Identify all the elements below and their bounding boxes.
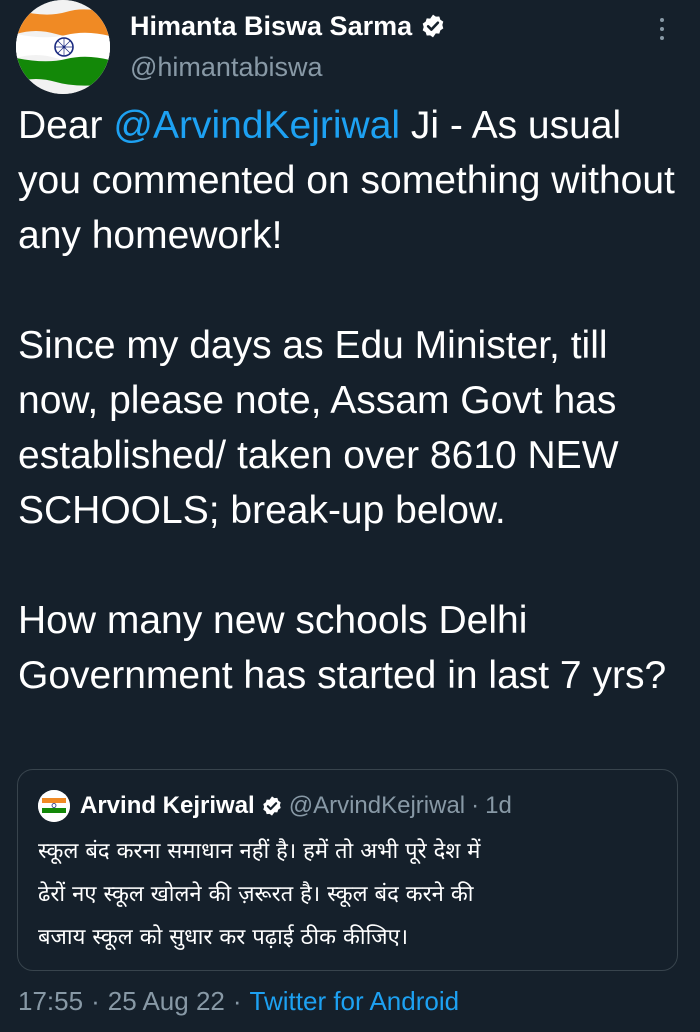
quoted-text-line: बजाय स्कूल को सुधार कर पढ़ाई ठीक कीजिए। bbox=[38, 925, 409, 950]
tweet-source-link[interactable]: Twitter for Android bbox=[250, 986, 460, 1017]
tweet-text: Dear @ArvindKejriwal Ji - As usual you c… bbox=[18, 98, 688, 703]
separator-dot: · bbox=[232, 985, 242, 1016]
quoted-tweet-text: स्कूल बंद करना समाधान नहीं है। हमें तो अ… bbox=[38, 830, 658, 959]
india-flag-icon bbox=[16, 0, 110, 94]
author-display-name[interactable]: Himanta Biswa Sarma bbox=[130, 11, 412, 42]
separator-dot: · bbox=[91, 985, 100, 1016]
quoted-handle: @ArvindKejriwal bbox=[288, 792, 466, 819]
tweet-date[interactable]: 25 Aug 22 bbox=[108, 986, 225, 1017]
tweet-paragraph-2: Since my days as Edu Minister, till now,… bbox=[18, 324, 619, 532]
quoted-timestamp: 1d bbox=[485, 792, 512, 819]
quoted-text-line: स्कूल बंद करना समाधान नहीं है। हमें तो अ… bbox=[38, 839, 481, 864]
quoted-author-avatar bbox=[38, 790, 70, 822]
quoted-text-line: ढेरों नए स्कूल खोलने की ज़रूरत है। स्कूल… bbox=[38, 882, 474, 907]
more-dot bbox=[660, 18, 664, 22]
more-dot bbox=[660, 36, 664, 40]
more-dot bbox=[660, 27, 664, 31]
quoted-tweet-card[interactable]: Arvind Kejriwal @ArvindKejriwal · 1d स्क… bbox=[17, 769, 678, 971]
tweet-paragraph-1: Dear @ArvindKejriwal Ji - As usual you c… bbox=[18, 98, 688, 263]
tweet-text-prefix: Dear bbox=[18, 104, 114, 147]
separator-dot: · bbox=[471, 792, 480, 819]
mention-link[interactable]: @ArvindKejriwal bbox=[113, 104, 400, 147]
tweet-time[interactable]: 17:55 bbox=[18, 986, 83, 1017]
author-avatar[interactable] bbox=[16, 0, 110, 94]
quoted-display-name: Arvind Kejriwal bbox=[80, 792, 255, 819]
tweet-meta: 17:55 · 25 Aug 22 · Twitter for Android bbox=[18, 984, 459, 1018]
tweet-paragraph-3: How many new schools Delhi Government ha… bbox=[18, 599, 667, 697]
india-flag-icon bbox=[38, 790, 70, 822]
more-options-icon[interactable] bbox=[650, 14, 674, 44]
quoted-tweet-header: Arvind Kejriwal @ArvindKejriwal · 1d bbox=[38, 790, 512, 822]
author-name-row[interactable]: Himanta Biswa Sarma bbox=[130, 8, 446, 44]
author-handle[interactable]: @himantabiswa bbox=[130, 52, 323, 83]
verified-badge-icon bbox=[263, 796, 281, 816]
verified-badge-icon bbox=[422, 14, 444, 38]
